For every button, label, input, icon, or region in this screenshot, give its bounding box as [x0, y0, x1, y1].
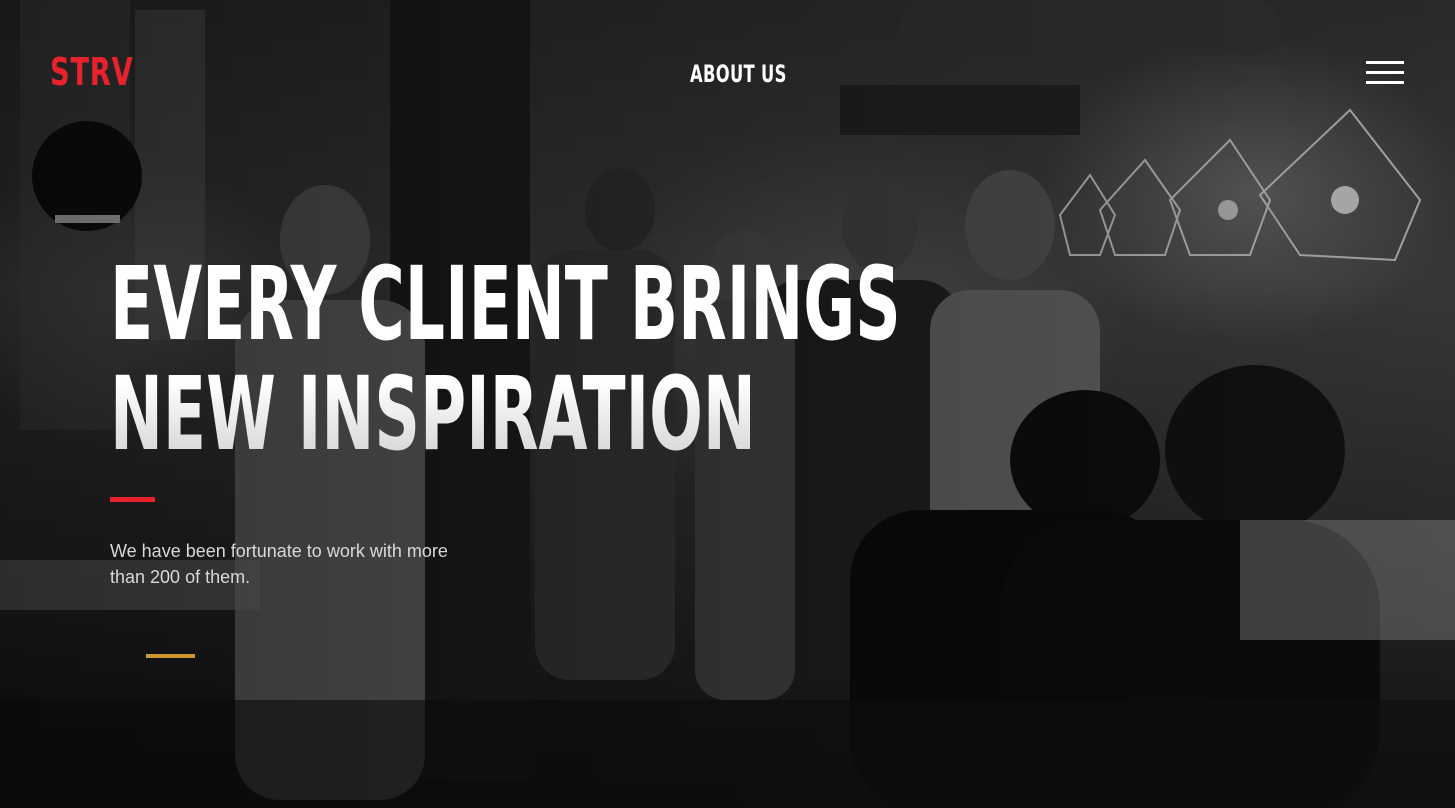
- headline-line-1: EVERY CLIENT BRINGS: [110, 245, 901, 364]
- nav-title-about-us[interactable]: ABOUT US: [690, 60, 787, 88]
- strv-logo[interactable]: STRV: [50, 50, 133, 94]
- menu-line: [1366, 71, 1404, 74]
- gold-accent-bar: [146, 654, 195, 658]
- red-accent-bar: [110, 497, 155, 502]
- menu-line: [1366, 81, 1404, 84]
- menu-line: [1366, 61, 1404, 64]
- hamburger-menu-icon[interactable]: [1366, 61, 1404, 85]
- hero-subtext: We have been fortunate to work with more…: [110, 541, 448, 587]
- headline-line-2: NEW INSPIRATION: [110, 355, 756, 474]
- hero-page: STRV ABOUT US EVERY CLIENT BRINGS NEW IN…: [0, 0, 1455, 808]
- hero-headline: EVERY CLIENT BRINGS NEW INSPIRATION: [110, 250, 901, 470]
